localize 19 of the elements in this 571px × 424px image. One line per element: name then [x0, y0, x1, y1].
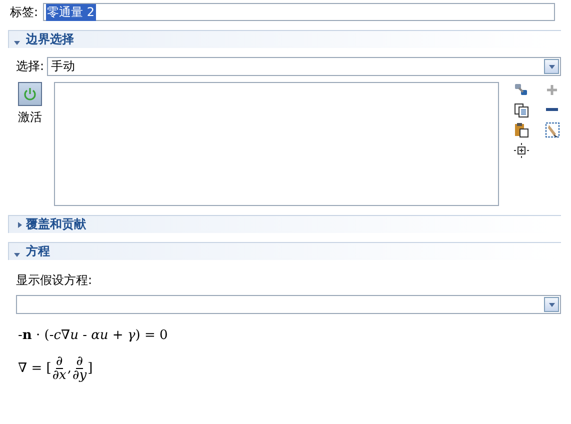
caret-icon: [544, 297, 559, 312]
paste-icon[interactable]: [514, 122, 528, 138]
link-nodes-icon[interactable]: [514, 82, 528, 98]
caret-icon: [544, 59, 559, 74]
select-label: 选择:: [16, 58, 44, 75]
section-header[interactable]: 边界选择: [8, 30, 561, 48]
section-header[interactable]: 方程: [8, 242, 561, 260]
copy-icon[interactable]: [514, 102, 528, 118]
clear-selection-icon[interactable]: [544, 122, 560, 138]
label-text: 标签:: [10, 4, 38, 20]
equation-label: 显示假设方程:: [16, 272, 94, 289]
label-field[interactable]: 零通量 2: [43, 3, 555, 21]
equation: -n · (-c∇u - αu + γ) = 0: [18, 328, 169, 343]
activate-button[interactable]: [18, 82, 42, 106]
dropdown[interactable]: 手动: [47, 57, 561, 76]
power-icon: [23, 87, 37, 101]
section-header[interactable]: 覆盖和贡献: [8, 215, 561, 233]
activate-label: 激活: [18, 109, 42, 126]
zoom-extents-icon[interactable]: [514, 142, 528, 158]
